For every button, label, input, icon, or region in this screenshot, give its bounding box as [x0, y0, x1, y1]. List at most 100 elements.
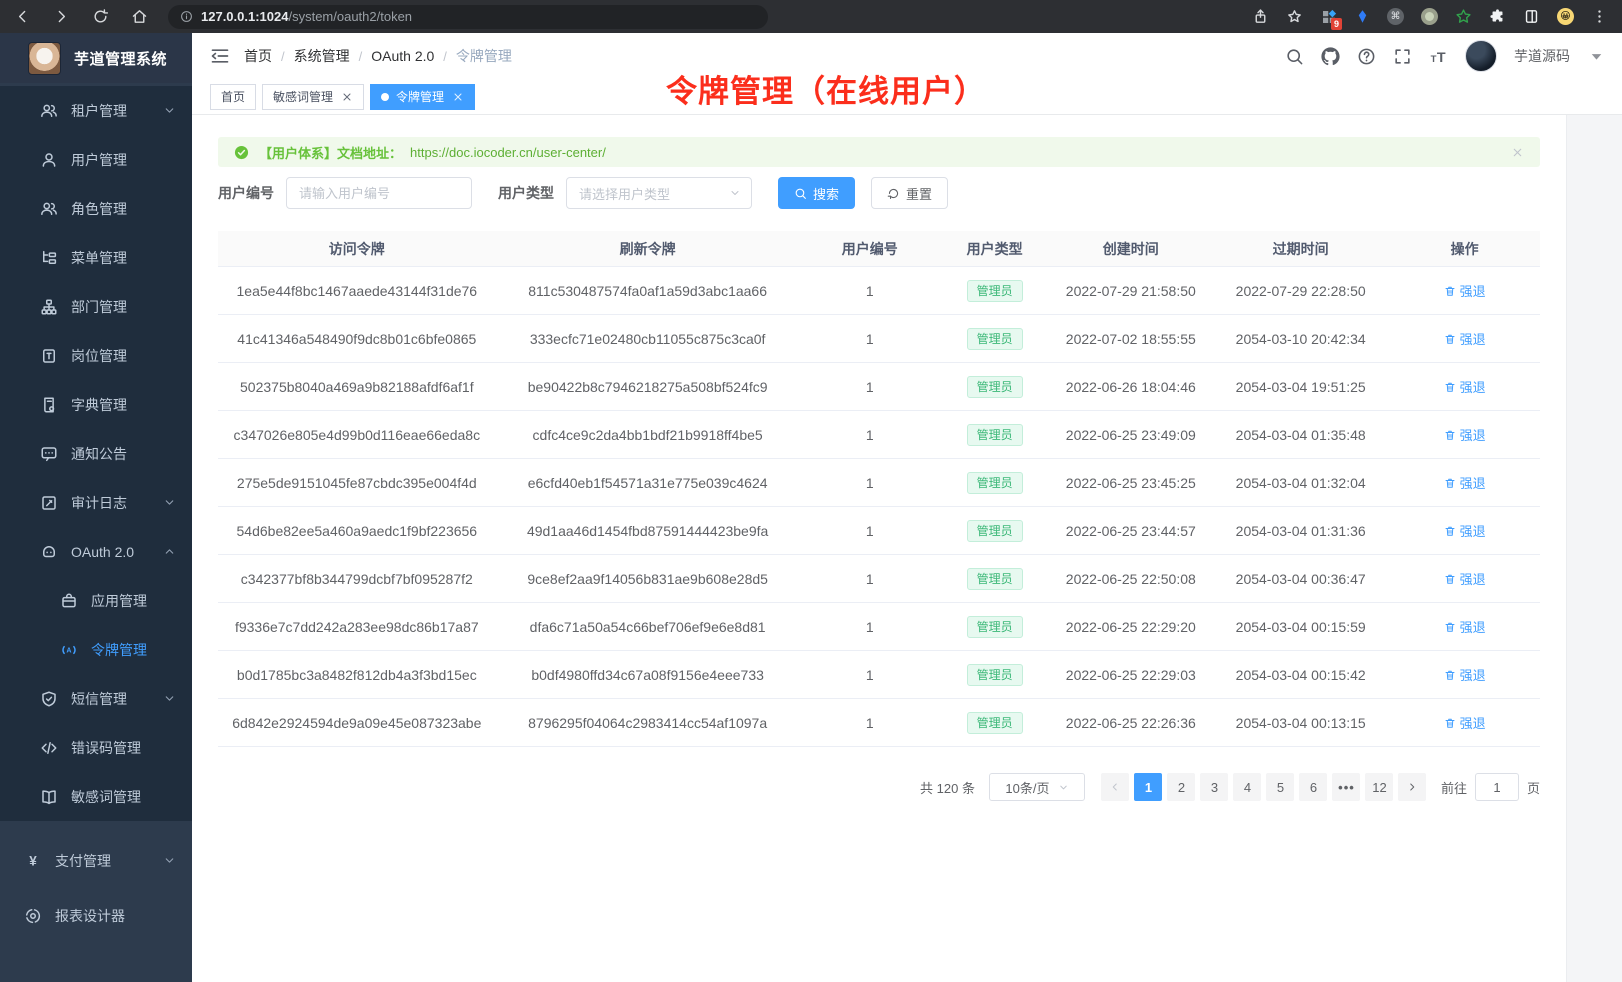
- active-tab-dot: [381, 93, 389, 101]
- search-icon[interactable]: [1285, 47, 1304, 66]
- prev-page-button[interactable]: [1101, 773, 1129, 801]
- sidebar-item-sms[interactable]: 短信管理: [0, 674, 192, 723]
- force-logout-button[interactable]: 强退: [1444, 329, 1486, 348]
- tab-token[interactable]: 令牌管理: [370, 84, 475, 110]
- breadcrumb-item[interactable]: 系统管理: [294, 46, 350, 66]
- user-type-badge: 管理员: [967, 280, 1023, 302]
- tab-sensitive-word[interactable]: 敏感词管理: [262, 84, 364, 110]
- expire-time-cell: 2054-03-04 00:13:15: [1212, 715, 1389, 731]
- fullscreen-icon[interactable]: [1393, 47, 1412, 66]
- browser-menu-icon[interactable]: [1591, 8, 1608, 25]
- force-logout-button[interactable]: 强退: [1444, 377, 1486, 396]
- sidebar-item-error-code[interactable]: 错误码管理: [0, 723, 192, 772]
- table-row: 41c41346a548490f9dc8b01c6bfe0865333ecfc7…: [218, 315, 1540, 363]
- force-logout-button[interactable]: 强退: [1444, 617, 1486, 636]
- breadcrumb-item[interactable]: OAuth 2.0: [371, 48, 434, 64]
- force-logout-button[interactable]: 强退: [1444, 665, 1486, 684]
- command-extension-icon[interactable]: ⌘: [1387, 8, 1404, 25]
- sidebar-item-role[interactable]: 角色管理: [0, 184, 192, 233]
- force-logout-button[interactable]: 强退: [1444, 425, 1486, 444]
- tab-close-icon[interactable]: [452, 91, 464, 103]
- user-id-input[interactable]: [286, 177, 472, 209]
- star-extension-icon[interactable]: [1455, 8, 1472, 25]
- sidebar-item-oauth2-token[interactable]: A令牌管理: [0, 625, 192, 674]
- sidebar-item-label: 菜单管理: [71, 248, 176, 268]
- bookmark-star-icon[interactable]: [1286, 8, 1303, 25]
- page-size-select[interactable]: 10条/页: [989, 773, 1085, 801]
- drop-extension-icon[interactable]: [1355, 8, 1370, 25]
- font-size-icon[interactable]: TT: [1429, 47, 1448, 66]
- force-logout-button[interactable]: 强退: [1444, 569, 1486, 588]
- sidebar-collapse-icon[interactable]: [210, 46, 230, 66]
- tab-home[interactable]: 首页: [210, 84, 256, 110]
- sidebar-item-sensitive-word[interactable]: 敏感词管理: [0, 772, 192, 821]
- book-icon: [40, 788, 58, 806]
- page-button-4[interactable]: 4: [1233, 773, 1261, 801]
- alert-doc-link[interactable]: https://doc.iocoder.cn/user-center/: [410, 145, 606, 160]
- tab-close-icon[interactable]: [341, 91, 353, 103]
- sidebar-item-report-designer[interactable]: 报表设计器: [0, 888, 192, 943]
- force-logout-button[interactable]: 强退: [1444, 473, 1486, 492]
- create-time-cell: 2022-06-25 22:50:08: [1050, 571, 1213, 587]
- reset-button[interactable]: 重置: [871, 177, 948, 209]
- action-cell: 强退: [1389, 425, 1540, 444]
- success-check-icon: [234, 145, 249, 160]
- refresh-token-cell: be90422b8c7946218275a508bf524fc9: [496, 379, 800, 395]
- next-page-button[interactable]: [1398, 773, 1426, 801]
- sidebar-item-menu[interactable]: 菜单管理: [0, 233, 192, 282]
- page-button-6[interactable]: 6: [1299, 773, 1327, 801]
- site-info-icon[interactable]: [180, 10, 193, 23]
- browser-back-icon[interactable]: [14, 8, 31, 25]
- sidebar-item-oauth2-app[interactable]: 应用管理: [0, 576, 192, 625]
- app-logo-bar[interactable]: 芋道管理系统: [0, 33, 192, 83]
- sidebar-item-notice[interactable]: 通知公告: [0, 429, 192, 478]
- sidebar-item-audit-log[interactable]: 审计日志: [0, 478, 192, 527]
- sidebar-item-dict[interactable]: 字典管理: [0, 380, 192, 429]
- puzzle-extension-icon[interactable]: [1489, 8, 1506, 25]
- browser-reload-icon[interactable]: [92, 8, 109, 25]
- trash-icon: [1444, 717, 1456, 729]
- extension-grid-icon[interactable]: 9: [1320, 8, 1338, 26]
- share-icon[interactable]: [1252, 8, 1269, 25]
- github-icon[interactable]: [1321, 47, 1340, 66]
- sidebar-item-post[interactable]: 岗位管理: [0, 331, 192, 380]
- breadcrumb-item[interactable]: 首页: [244, 46, 272, 66]
- browser-forward-icon[interactable]: [53, 8, 70, 25]
- user-type-badge: 管理员: [967, 712, 1023, 734]
- search-button[interactable]: 搜索: [778, 177, 855, 209]
- sidebar-item-pay[interactable]: ¥支付管理: [0, 833, 192, 888]
- browser-home-icon[interactable]: [131, 8, 148, 25]
- tab-extension-icon[interactable]: [1523, 8, 1540, 25]
- emoji-extension-icon[interactable]: 😀: [1557, 8, 1574, 25]
- table-row: 54d6be82ee5a460a9aedc1f9bf22365649d1aa46…: [218, 507, 1540, 555]
- user-avatar[interactable]: [1465, 40, 1497, 72]
- sidebar-item-user[interactable]: 用户管理: [0, 135, 192, 184]
- goto-page-input[interactable]: [1475, 773, 1519, 801]
- chevron-right-icon: [1406, 781, 1418, 793]
- action-cell: 强退: [1389, 377, 1540, 396]
- user-menu-caret-icon[interactable]: [1587, 47, 1606, 66]
- page-button-5[interactable]: 5: [1266, 773, 1294, 801]
- help-icon[interactable]: [1357, 47, 1376, 66]
- page-button-2[interactable]: 2: [1167, 773, 1195, 801]
- action-cell: 强退: [1389, 617, 1540, 636]
- sidebar-item-tenant[interactable]: 租户管理: [0, 86, 192, 135]
- alert-close-icon[interactable]: [1511, 146, 1524, 159]
- force-logout-button[interactable]: 强退: [1444, 521, 1486, 540]
- page-button-1[interactable]: 1: [1134, 773, 1162, 801]
- circle-extension-icon[interactable]: [1421, 8, 1438, 25]
- app-logo: [28, 42, 61, 75]
- sidebar-item-oauth2[interactable]: OAuth 2.0: [0, 527, 192, 576]
- access-token-cell: c342377bf8b344799dcbf7bf095287f2: [218, 571, 496, 587]
- force-logout-button[interactable]: 强退: [1444, 713, 1486, 732]
- yen-icon: ¥: [24, 852, 42, 870]
- app-icon: [60, 592, 78, 610]
- force-logout-button[interactable]: 强退: [1444, 281, 1486, 300]
- sidebar-item-dept[interactable]: 部门管理: [0, 282, 192, 331]
- action-cell: 强退: [1389, 473, 1540, 492]
- page-button-3[interactable]: 3: [1200, 773, 1228, 801]
- more-pages-button[interactable]: •••: [1332, 773, 1360, 801]
- address-bar[interactable]: 127.0.0.1:1024/system/oauth2/token: [168, 5, 768, 29]
- user-type-select[interactable]: 请选择用户类型: [566, 177, 752, 209]
- page-button-12[interactable]: 12: [1365, 773, 1393, 801]
